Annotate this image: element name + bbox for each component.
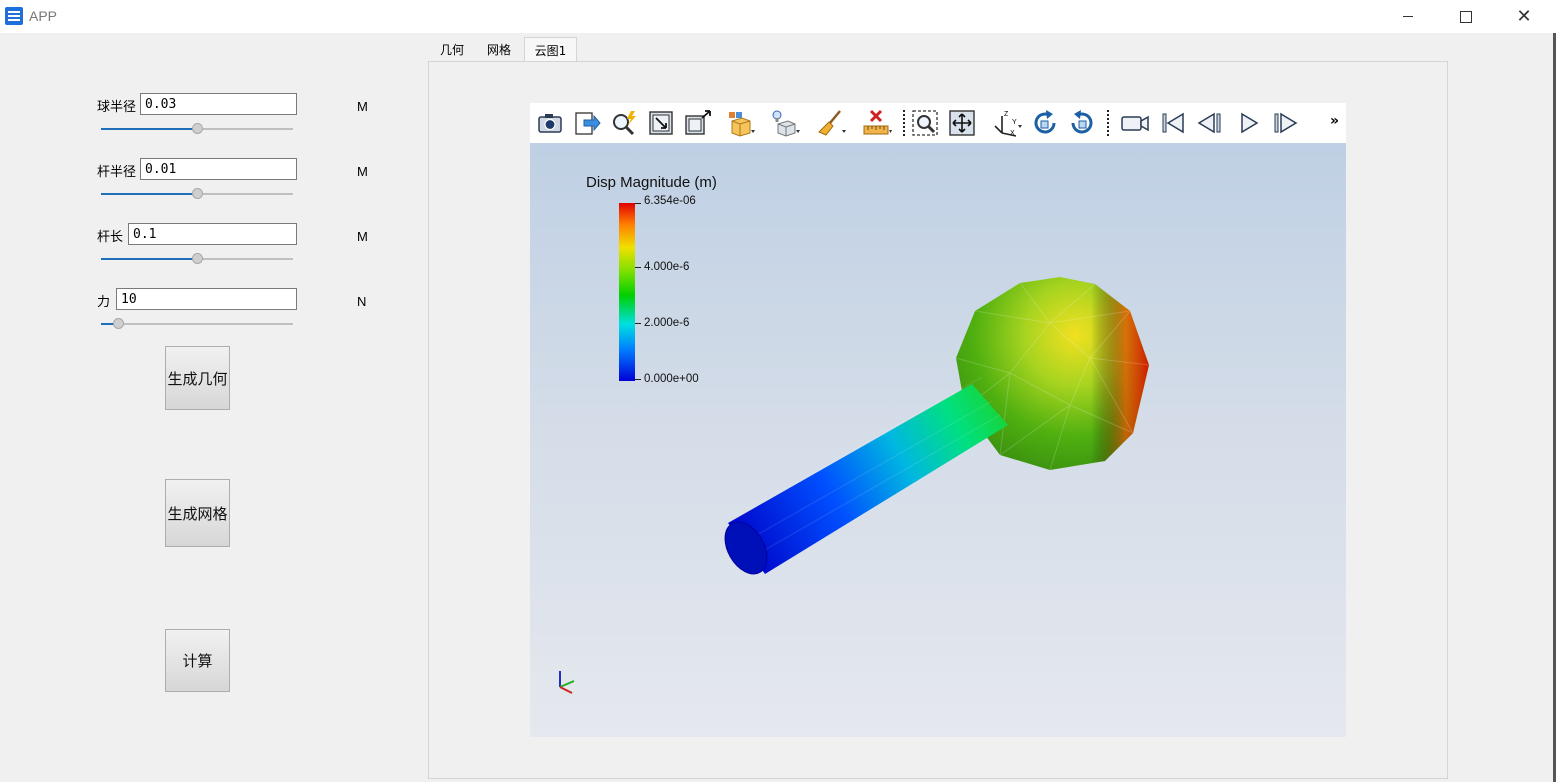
tab-mesh[interactable]: 网格: [479, 37, 519, 62]
rotate-ccw-icon[interactable]: [1067, 108, 1097, 138]
slider-handle[interactable]: [113, 318, 124, 329]
render-viewport[interactable]: Disp Magnitude (m) 6.354e-06 4.000e-6 2.…: [530, 143, 1346, 737]
toolbar-more-button[interactable]: »: [1330, 113, 1339, 129]
clear-brush-icon[interactable]: [816, 108, 846, 138]
minimize-button[interactable]: [1379, 0, 1437, 33]
play-icon[interactable]: [1233, 108, 1263, 138]
first-frame-icon[interactable]: [1158, 108, 1188, 138]
next-frame-icon[interactable]: [1270, 108, 1300, 138]
rotate-cw-icon[interactable]: [1030, 108, 1060, 138]
slider-track: [101, 323, 293, 325]
rod-length-slider[interactable]: [101, 253, 293, 265]
rod-radius-slider[interactable]: [101, 188, 293, 200]
axes-icon[interactable]: ZYX: [992, 108, 1022, 138]
ball-radius-label: 球半径: [97, 100, 137, 115]
force-input[interactable]: [116, 288, 297, 310]
reset-camera-icon[interactable]: [646, 108, 676, 138]
camera-icon[interactable]: [535, 108, 565, 138]
zoom-select-icon[interactable]: [910, 108, 940, 138]
close-button[interactable]: ✕: [1495, 0, 1553, 33]
rod-length-input[interactable]: [128, 223, 297, 245]
ball-radius-input[interactable]: [140, 93, 297, 115]
svg-text:Z: Z: [1004, 111, 1009, 118]
ball-radius-slider[interactable]: [101, 123, 293, 135]
pan-icon[interactable]: [947, 108, 977, 138]
slider-fill: [101, 128, 197, 130]
window-title: APP: [29, 8, 58, 24]
lighting-icon[interactable]: [770, 108, 800, 138]
ball-mesh: [955, 277, 1150, 471]
app-icon: [5, 7, 23, 25]
zoom-to-box-icon[interactable]: [683, 108, 713, 138]
force-label: 力: [97, 295, 111, 310]
toolbar-separator: [903, 110, 907, 136]
title-bar: APP ✕: [0, 0, 1556, 33]
rod-mesh: [724, 376, 1008, 575]
export-icon[interactable]: [572, 108, 602, 138]
displacement-model: [724, 277, 1150, 575]
generate-geometry-button[interactable]: 生成几何: [165, 346, 230, 410]
orientation-axes-icon: [559, 671, 575, 694]
slider-handle[interactable]: [192, 253, 203, 264]
render-toolbar: ZYX »: [530, 103, 1346, 143]
magic-lightning-icon[interactable]: [609, 108, 639, 138]
toolbar-separator: [1107, 110, 1111, 136]
svg-text:X: X: [1010, 130, 1015, 137]
previous-frame-icon[interactable]: [1195, 108, 1225, 138]
generate-mesh-button[interactable]: 生成网格: [165, 479, 230, 547]
representation-cube-icon[interactable]: [725, 108, 755, 138]
close-icon: ✕: [1516, 5, 1532, 27]
tab-contour-1[interactable]: 云图1: [524, 37, 577, 62]
force-unit: N: [357, 294, 367, 309]
svg-text:Y: Y: [1012, 119, 1017, 126]
rod-radius-input[interactable]: [140, 158, 297, 180]
maximize-button[interactable]: [1437, 0, 1495, 33]
slider-fill: [101, 193, 197, 195]
compute-button[interactable]: 计算: [165, 629, 230, 692]
slider-handle[interactable]: [192, 188, 203, 199]
rod-length-label: 杆长: [97, 230, 124, 245]
rod-length-unit: M: [357, 229, 368, 244]
tab-geometry[interactable]: 几何: [433, 37, 471, 62]
rod-radius-label: 杆半径: [97, 165, 137, 180]
slider-handle[interactable]: [192, 123, 203, 134]
ball-radius-unit: M: [357, 99, 368, 114]
delete-ruler-icon[interactable]: [862, 108, 892, 138]
record-camera-icon[interactable]: [1120, 108, 1150, 138]
rod-radius-unit: M: [357, 164, 368, 179]
maximize-icon: [1460, 10, 1472, 23]
minimize-icon: [1403, 16, 1413, 17]
force-slider[interactable]: [101, 318, 293, 330]
slider-fill: [101, 258, 197, 260]
